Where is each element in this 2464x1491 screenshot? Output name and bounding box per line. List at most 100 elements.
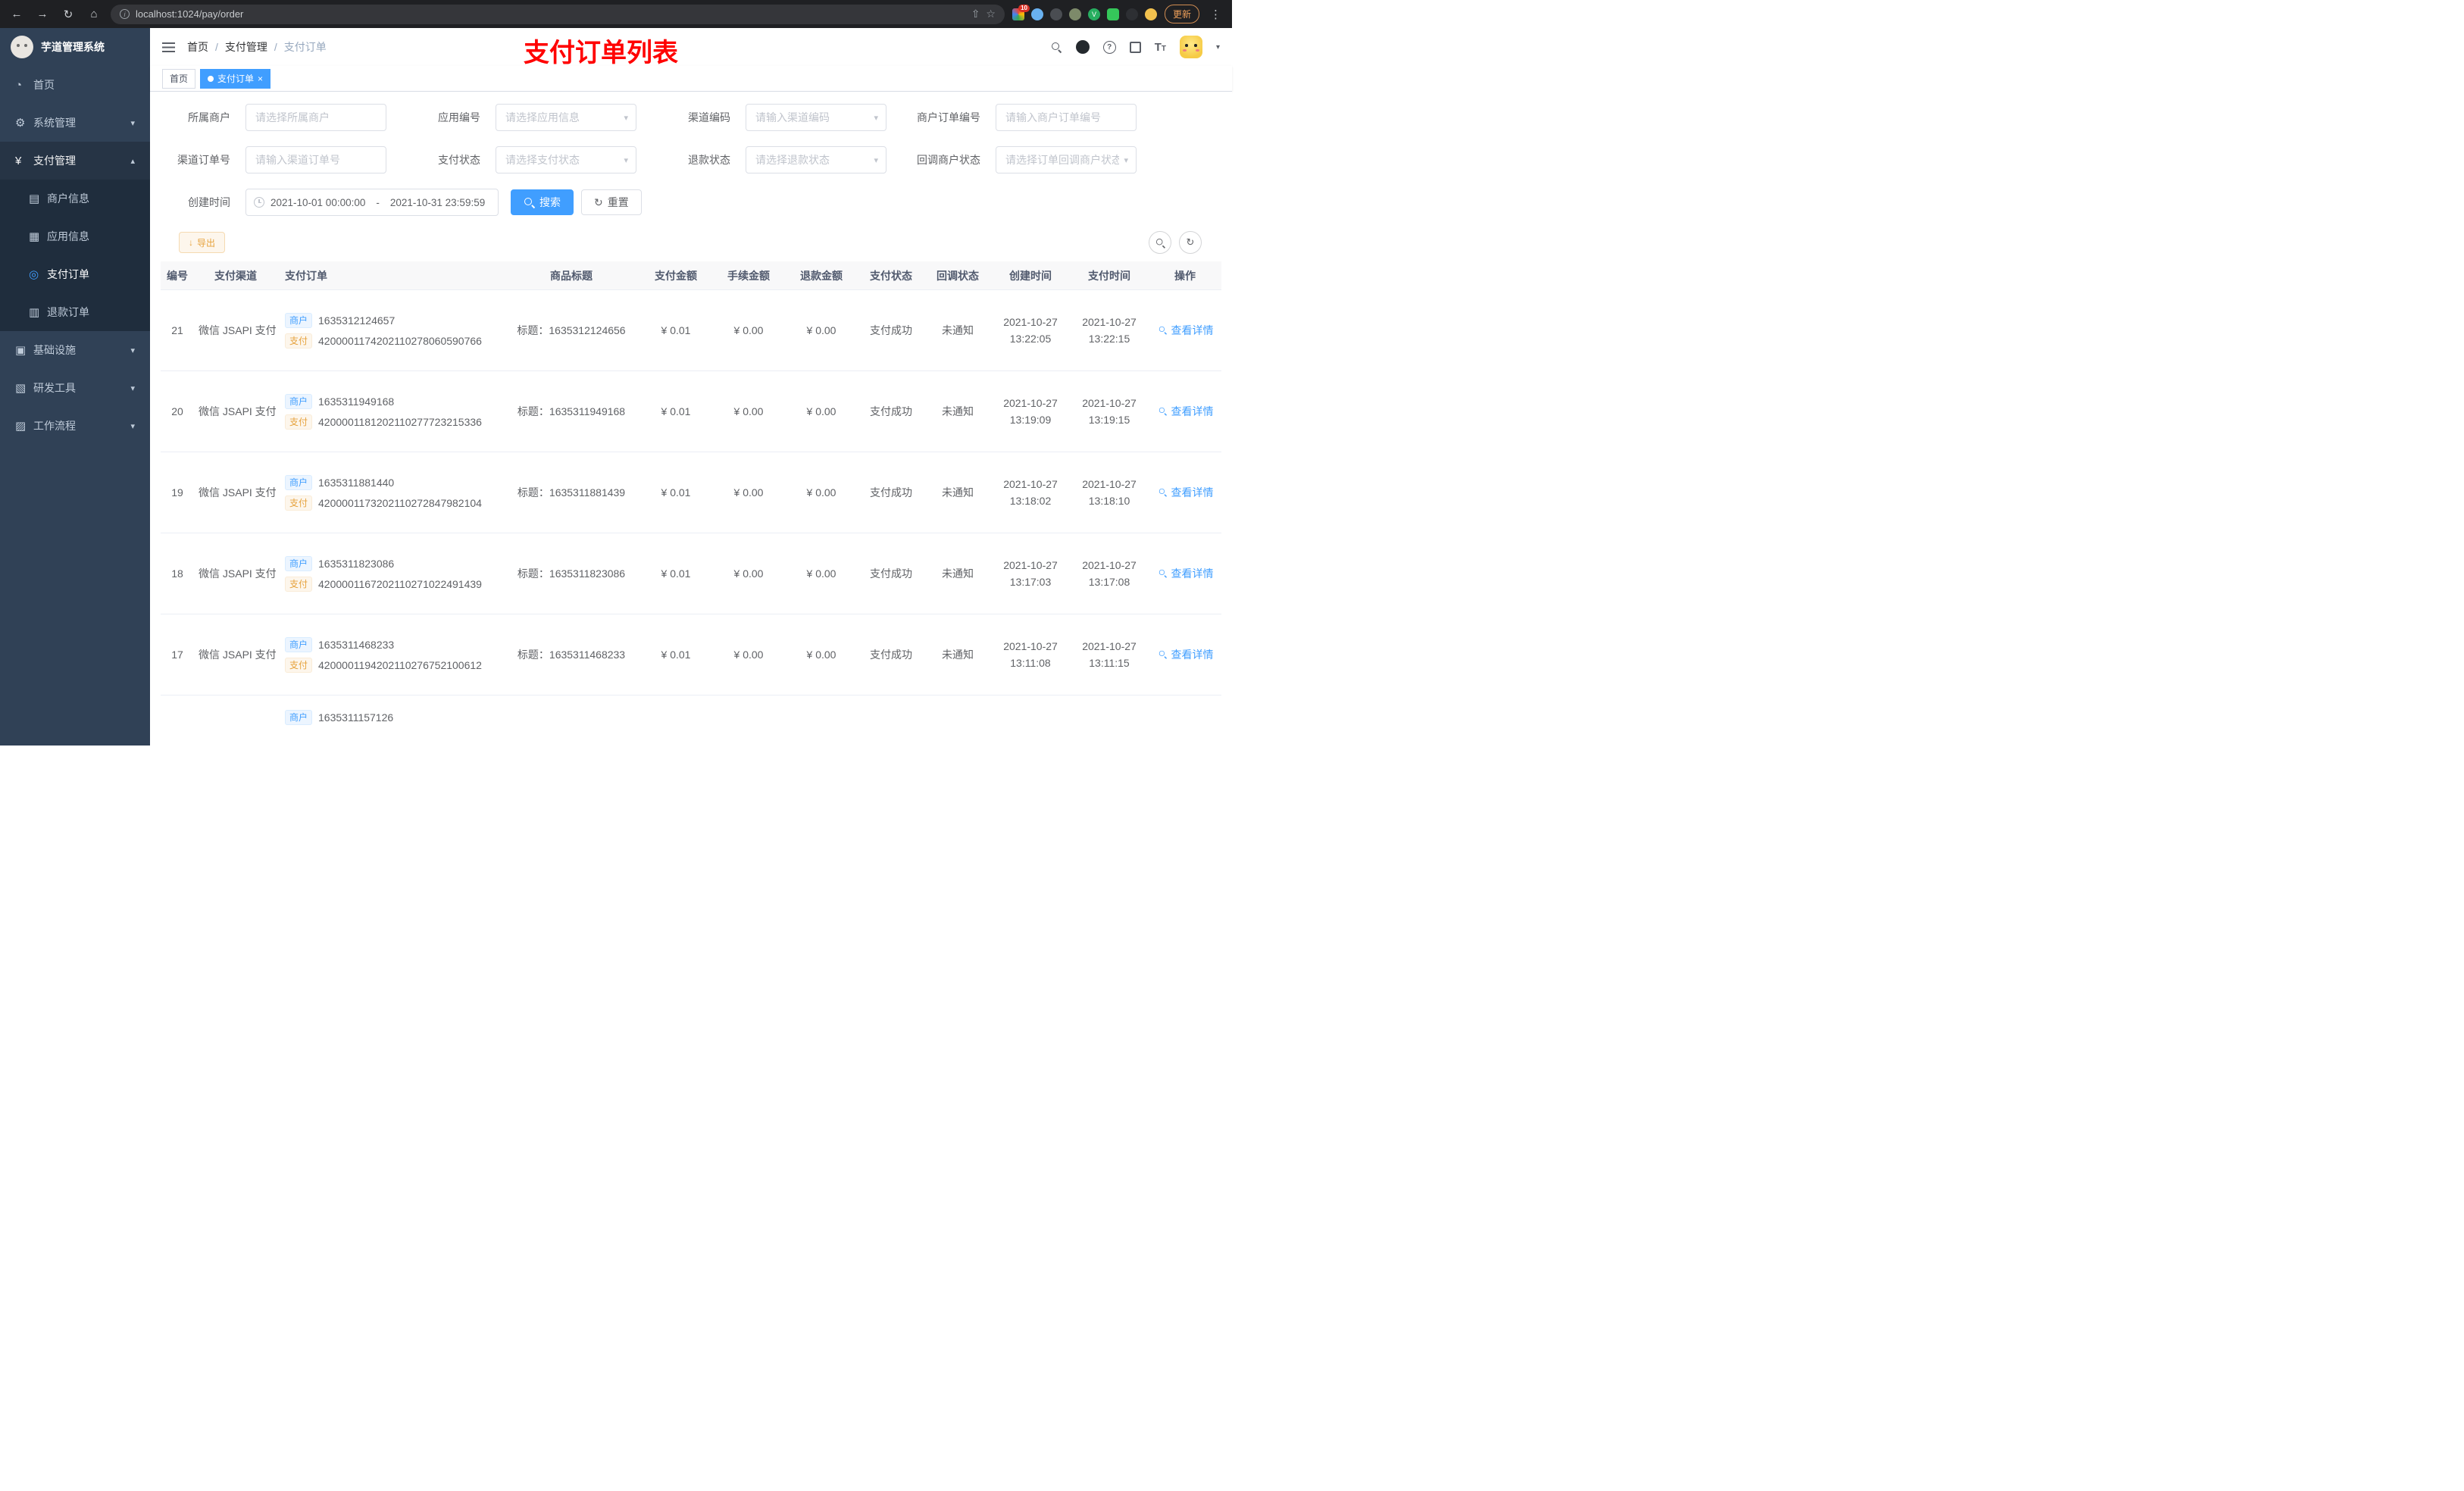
pay-status-select[interactable]: 请选择支付状态 ▾ — [496, 146, 636, 173]
sidebar-item-merchant-info[interactable]: ▤ 商户信息 — [0, 180, 150, 217]
reset-button[interactable]: ↻ 重置 — [581, 189, 642, 215]
callback-status-select[interactable]: 请选择订单回调商户状态 ▾ — [996, 146, 1137, 173]
refresh-table-button[interactable]: ↻ — [1179, 231, 1202, 254]
cell-notify: 未通知 — [942, 324, 974, 336]
cell-channel: 微信 JSAPI 支付 — [199, 486, 277, 499]
address-bar[interactable]: i localhost:1024/pay/order ⇧ ☆ — [111, 4, 1005, 24]
toggle-search-button[interactable] — [1149, 231, 1171, 254]
merchant-order-no-input[interactable] — [996, 104, 1137, 131]
cell-id: 17 — [171, 649, 183, 661]
extension-vue-icon[interactable]: V — [1087, 8, 1100, 20]
tab-home[interactable]: 首页 — [162, 68, 196, 89]
table-body: 21 微信 JSAPI 支付 商户 1635312124657 支付 42000… — [161, 290, 1221, 695]
sidebar-logo: 芋道管理系统 — [0, 28, 150, 66]
sidebar-item-refund-order[interactable]: ▥ 退款订单 — [0, 293, 150, 331]
filter-row-3: 创建时间 2021-10-01 00:00:00 - 2021-10-31 23… — [150, 189, 1232, 216]
table-row: 19 微信 JSAPI 支付 商户 1635311881440 支付 42000… — [161, 452, 1221, 533]
github-icon[interactable] — [1075, 40, 1090, 54]
fullscreen-icon[interactable] — [1129, 41, 1141, 53]
sidebar-item-workflow[interactable]: ▨ 工作流程 ▾ — [0, 407, 150, 445]
url-text[interactable]: localhost:1024/pay/order — [136, 8, 965, 20]
sidebar-item-dev-tools[interactable]: ▧ 研发工具 ▾ — [0, 369, 150, 407]
table-row-partial: 商户 1635311157126 — [161, 695, 1221, 746]
forward-icon[interactable]: → — [33, 5, 52, 23]
chevron-down-icon: ▾ — [1124, 155, 1128, 165]
close-icon[interactable]: × — [258, 74, 263, 83]
cell-status: 支付成功 — [870, 486, 912, 499]
pay-transaction-no: 4200001194202110276752100612 — [318, 658, 482, 671]
sidebar-item-system[interactable]: ⚙ 系统管理 ▾ — [0, 104, 150, 142]
search-icon — [1155, 238, 1165, 248]
reload-icon[interactable]: ↻ — [59, 5, 77, 23]
create-time-range-input[interactable]: 2021-10-01 00:00:00 - 2021-10-31 23:59:5… — [245, 189, 499, 216]
help-icon[interactable]: ? — [1102, 40, 1116, 54]
pay-tag: 支付 — [285, 414, 313, 430]
font-size-icon[interactable]: TT — [1155, 41, 1166, 54]
cell-amount: ¥ 0.01 — [661, 324, 691, 336]
share-icon[interactable]: ⇧ — [971, 8, 980, 20]
cell-id: 20 — [171, 405, 183, 417]
cell-fee: ¥ 0.00 — [733, 486, 764, 499]
sidebar-item-payment[interactable]: ¥ 支付管理 ▴ — [0, 142, 150, 180]
merchant-order-no: 1635311949168 — [318, 395, 395, 408]
bookmark-star-icon[interactable]: ☆ — [986, 8, 996, 20]
cell-refund: ¥ 0.00 — [806, 324, 836, 336]
pay-tag: 支付 — [285, 657, 313, 673]
export-button[interactable]: ↓ 导出 — [179, 232, 226, 253]
hamburger-icon[interactable] — [162, 42, 175, 52]
merchant-order-no: 1635312124657 — [318, 314, 396, 327]
field-label: 渠道编码 — [688, 111, 730, 123]
merchant-order-no: 1635311881440 — [318, 476, 395, 489]
cell-title: 标题：1635311468233 — [517, 649, 626, 661]
site-info-icon[interactable]: i — [120, 9, 130, 19]
search-icon — [1159, 650, 1167, 658]
field-label: 支付状态 — [438, 154, 480, 166]
search-icon[interactable] — [1051, 42, 1062, 53]
extension-pin-icon[interactable] — [1125, 8, 1138, 20]
sidebar-item-app-info[interactable]: ▦ 应用信息 — [0, 217, 150, 255]
sidebar-submenu-payment: ▤ 商户信息 ▦ 应用信息 ◎ 支付订单 ▥ 退款订单 — [0, 180, 150, 331]
browser-menu-icon[interactable]: ⋮ — [1207, 8, 1224, 21]
home-icon[interactable]: ⌂ — [85, 5, 103, 23]
sidebar-item-home[interactable]: ◔ 首页 — [0, 66, 150, 104]
extension-drop-icon[interactable] — [1030, 8, 1043, 20]
sidebar-item-infrastructure[interactable]: ▣ 基础设施 ▾ — [0, 331, 150, 369]
user-caret-icon[interactable]: ▾ — [1216, 43, 1220, 52]
view-detail-link[interactable]: 查看详情 — [1157, 323, 1214, 338]
merchant-input[interactable] — [245, 104, 386, 131]
cell-channel: 微信 JSAPI 支付 — [199, 649, 277, 661]
tab-pay-order[interactable]: 支付订单 × — [200, 68, 271, 89]
pay-transaction-no: 4200001173202110272847982104 — [318, 496, 482, 509]
field-label: 所属商户 — [188, 111, 230, 123]
user-avatar[interactable] — [1179, 36, 1202, 58]
back-icon[interactable]: ← — [8, 5, 26, 23]
cell-amount: ¥ 0.01 — [661, 405, 691, 417]
extension-face-icon[interactable] — [1144, 8, 1157, 20]
channel-code-select[interactable]: 请输入渠道编码 ▾ — [746, 104, 886, 131]
field-label: 回调商户状态 — [917, 154, 980, 166]
clock-icon — [254, 197, 264, 208]
breadcrumb-home[interactable]: 首页 — [187, 39, 208, 55]
search-button[interactable]: 搜索 — [511, 189, 574, 215]
pay-tag: 支付 — [285, 495, 313, 511]
logo-image — [11, 36, 33, 58]
app-select[interactable]: 请选择应用信息 ▾ — [496, 104, 636, 131]
sidebar-item-pay-order[interactable]: ◎ 支付订单 — [0, 255, 150, 293]
extension-chat-icon[interactable] — [1106, 8, 1119, 20]
view-detail-link[interactable]: 查看详情 — [1157, 404, 1214, 419]
extension-grid-icon[interactable]: 10 — [1012, 4, 1030, 20]
breadcrumb-payment[interactable]: 支付管理 — [225, 39, 267, 55]
chevron-down-icon: ▾ — [130, 118, 135, 128]
view-detail-link[interactable]: 查看详情 — [1157, 485, 1214, 500]
app-header: 首页 / 支付管理 / 支付订单 ? TT ▾ — [150, 28, 1232, 66]
cell-title: 标题：1635312124656 — [517, 324, 626, 336]
cell-title: 标题：1635311823086 — [517, 567, 626, 580]
extension-gray-icon[interactable] — [1068, 8, 1081, 20]
view-detail-link[interactable]: 查看详情 — [1157, 647, 1214, 662]
table-toolbar: ↓ 导出 ↻ — [179, 231, 1202, 254]
view-detail-link[interactable]: 查看详情 — [1157, 566, 1214, 581]
browser-update-button[interactable]: 更新 — [1164, 5, 1199, 23]
channel-order-no-input[interactable] — [245, 146, 386, 173]
refund-status-select[interactable]: 请选择退款状态 ▾ — [746, 146, 886, 173]
extension-dark-icon[interactable] — [1049, 8, 1062, 20]
